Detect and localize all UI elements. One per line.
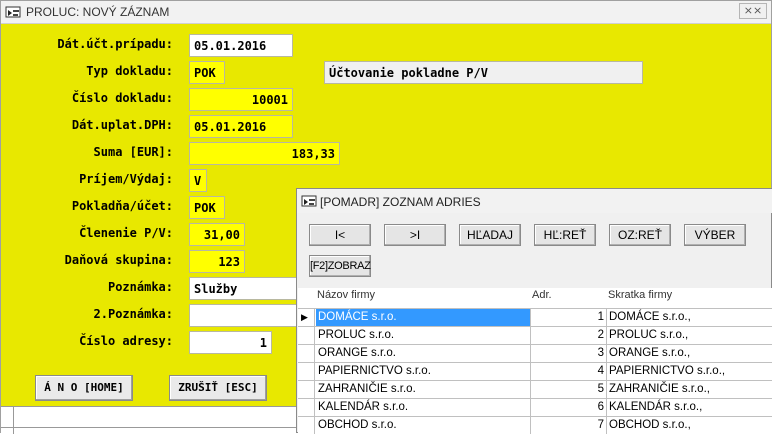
cell-adr[interactable]: 6	[531, 399, 607, 416]
table-row[interactable]: ORANGE s.r.o. 3 ORANGE s.r.o.,	[298, 344, 772, 362]
main-window-title: PROLUC: NOVÝ ZÁZNAM	[26, 5, 170, 19]
label-cislo-dokladu: Číslo dokladu:	[71, 91, 173, 105]
row-indicator	[298, 363, 315, 380]
grid-line	[13, 407, 14, 434]
mark-chain-button[interactable]: OZ:REŤ	[609, 224, 671, 246]
pokladna-ucet-field[interactable]: POK	[189, 196, 225, 219]
cell-adr[interactable]: 3	[531, 345, 607, 362]
row-indicator	[298, 417, 315, 434]
address-table: Názov firmy Adr. Skratka firmy ▶ DOMÁCE …	[298, 288, 772, 434]
cislo-dokladu-field[interactable]: 10001	[189, 88, 293, 111]
label-dat-uct-pripadu: Dát.účt.prípadu:	[57, 37, 173, 51]
search-button[interactable]: HĽADAJ	[459, 224, 521, 246]
cell-short[interactable]: PROLUC s.r.o.,	[607, 327, 772, 344]
label-danova-skupina: Daňová skupina:	[64, 253, 173, 267]
show-button[interactable]: [F2]ZOBRAZ	[309, 255, 371, 277]
row-indicator	[298, 345, 315, 362]
label-poznamka2: 2.Poznámka:	[93, 307, 173, 321]
label-poznamka: Poznámka:	[107, 280, 173, 294]
label-prijem-vydaj: Príjem/Výdaj:	[79, 172, 173, 186]
poznamka-field[interactable]: Služby	[189, 277, 299, 300]
label-dat-uplat-dph: Dát.uplat.DPH:	[71, 118, 173, 132]
prijem-vydaj-field[interactable]: V	[189, 169, 207, 192]
cell-name[interactable]: ZAHRANIČIE s.r.o.	[316, 381, 531, 398]
table-row[interactable]: PROLUC s.r.o. 2 PROLUC s.r.o.,	[298, 326, 772, 344]
column-header-short[interactable]: Skratka firmy	[608, 289, 672, 301]
table-row[interactable]: PAPIERNICTVO s.r.o. 4 PAPIERNICTVO s.r.o…	[298, 362, 772, 380]
suma-field[interactable]: 183,33	[189, 142, 340, 165]
cell-name[interactable]: DOMÁCE s.r.o.	[316, 309, 531, 326]
cell-adr[interactable]: 1	[531, 309, 607, 326]
last-record-button[interactable]: >I	[384, 224, 446, 246]
column-header-adr[interactable]: Adr.	[532, 289, 552, 301]
label-clenenie-pv: Členenie P/V:	[79, 226, 173, 240]
cell-name[interactable]: PROLUC s.r.o.	[316, 327, 531, 344]
cell-adr[interactable]: 7	[531, 417, 607, 434]
table-row[interactable]: KALENDÁR s.r.o. 6 KALENDÁR s.r.o.,	[298, 398, 772, 416]
app-icon	[301, 195, 317, 207]
cell-short[interactable]: PAPIERNICTVO s.r.o.,	[607, 363, 772, 380]
row-indicator	[298, 381, 315, 398]
column-header-name[interactable]: Názov firmy	[317, 289, 375, 301]
app-icon	[5, 6, 21, 18]
cell-name[interactable]: KALENDÁR s.r.o.	[316, 399, 531, 416]
label-pokladna-ucet: Pokladňa/účet:	[71, 199, 173, 213]
cell-adr[interactable]: 4	[531, 363, 607, 380]
dat-uplat-dph-field[interactable]: 05.01.2016	[189, 115, 293, 138]
row-indicator-icon: ▶	[298, 309, 315, 326]
cell-short[interactable]: ORANGE s.r.o.,	[607, 345, 772, 362]
cell-name[interactable]: PAPIERNICTVO s.r.o.	[316, 363, 531, 380]
close-icon: ⨯⨯	[743, 5, 763, 17]
table-row[interactable]: ZAHRANIČIE s.r.o. 5 ZAHRANIČIE s.r.o.,	[298, 380, 772, 398]
cell-short[interactable]: ZAHRANIČIE s.r.o.,	[607, 381, 772, 398]
cell-adr[interactable]: 5	[531, 381, 607, 398]
address-list-window: [POMADR] ZOZNAM ADRIES I< >I HĽADAJ HĽ:R…	[296, 188, 772, 434]
cell-adr[interactable]: 2	[531, 327, 607, 344]
typ-dokladu-field[interactable]: POK	[189, 61, 225, 84]
row-indicator	[298, 399, 315, 416]
search-chain-button[interactable]: HĽ:REŤ	[534, 224, 596, 246]
grid-line	[1, 427, 301, 428]
close-button[interactable]: ⨯⨯	[739, 3, 767, 19]
cell-name[interactable]: ORANGE s.r.o.	[316, 345, 531, 362]
clenenie-pv-field[interactable]: 31,00	[189, 223, 245, 246]
zrusit-button[interactable]: ZRUŠIŤ [ESC]	[169, 375, 267, 401]
cell-short[interactable]: OBCHOD s.r.o.,	[607, 417, 772, 434]
table-row[interactable]: ▶ DOMÁCE s.r.o. 1 DOMÁCE s.r.o.,	[298, 308, 772, 326]
cell-short[interactable]: KALENDÁR s.r.o.,	[607, 399, 772, 416]
label-suma: Suma [EUR]:	[93, 145, 173, 159]
row-indicator	[298, 327, 315, 344]
address-window-title: [POMADR] ZOZNAM ADRIES	[320, 195, 481, 209]
typ-dokladu-description: Účtovanie pokladne P/V	[324, 61, 643, 84]
background-grid-area	[1, 407, 301, 434]
dat-uct-pripadu-field[interactable]: 05.01.2016	[189, 34, 293, 57]
poznamka2-field[interactable]	[189, 304, 299, 327]
ano-button[interactable]: Á N O [HOME]	[35, 375, 133, 401]
cell-name[interactable]: OBCHOD s.r.o.	[316, 417, 531, 434]
select-button[interactable]: VÝBER	[684, 224, 746, 246]
danova-skupina-field[interactable]: 123	[189, 250, 245, 273]
label-typ-dokladu: Typ dokladu:	[86, 64, 173, 78]
first-record-button[interactable]: I<	[309, 224, 371, 246]
cell-short[interactable]: DOMÁCE s.r.o.,	[607, 309, 772, 326]
table-row[interactable]: OBCHOD s.r.o. 7 OBCHOD s.r.o.,	[298, 416, 772, 434]
address-titlebar: [POMADR] ZOZNAM ADRIES	[297, 189, 772, 213]
main-titlebar: PROLUC: NOVÝ ZÁZNAM ⨯⨯	[1, 1, 771, 24]
cislo-adresy-field[interactable]: 1	[189, 331, 272, 354]
label-cislo-adresy: Číslo adresy:	[79, 334, 173, 348]
